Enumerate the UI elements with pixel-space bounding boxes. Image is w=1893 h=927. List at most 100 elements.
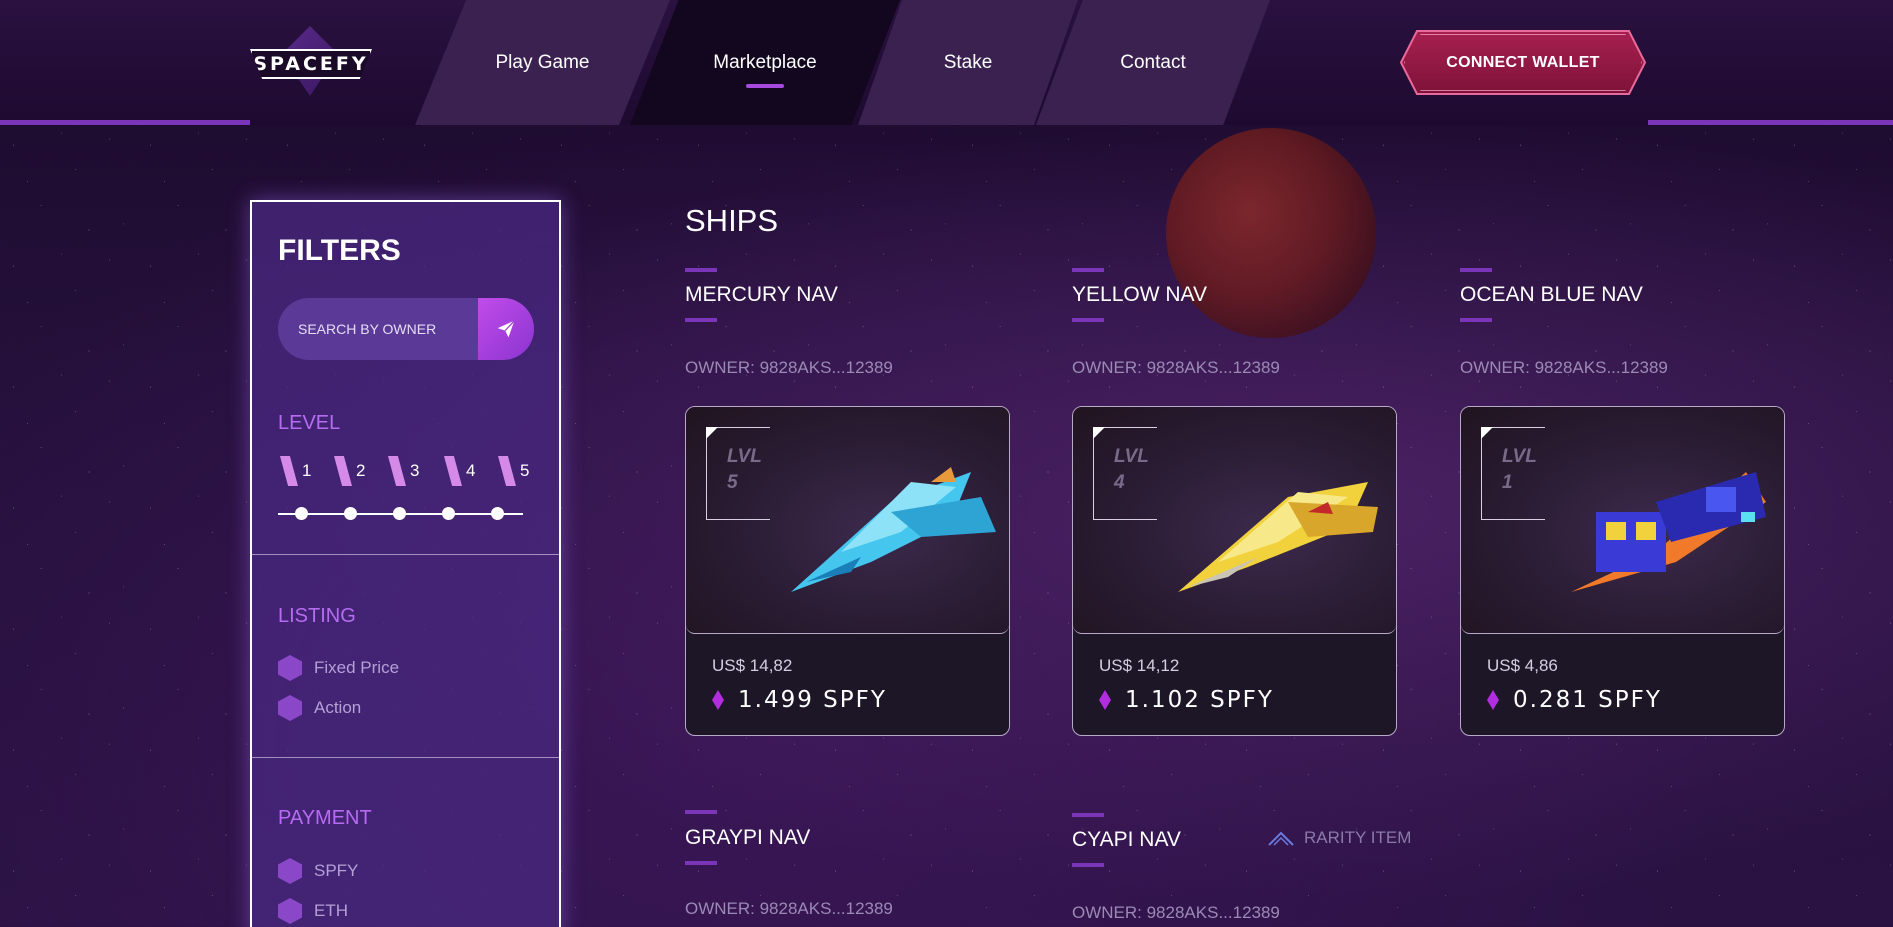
- title-accent: [1460, 318, 1492, 322]
- title-accent: [1072, 863, 1104, 867]
- rarity-item-label: RARITY ITEM: [1304, 828, 1412, 847]
- connect-wallet-label: CONNECT WALLET: [1446, 53, 1600, 71]
- rarity-item-toggle[interactable]: RARITY ITEM: [1268, 828, 1411, 848]
- filters-panel: FILTERS LEVEL 1 2 3 4 5 LISTING Fixed Pr…: [250, 200, 561, 927]
- level-badge-number: 1: [1502, 472, 1513, 493]
- price-spfy: 0.281 SPFY: [1513, 687, 1662, 713]
- page-title: SHIPS: [685, 203, 779, 238]
- ship-owner: OWNER: 9828AKS...12389: [1460, 358, 1668, 377]
- nav-tab-label: Stake: [943, 51, 993, 73]
- active-tab-indicator: [746, 84, 784, 88]
- slider-dot[interactable]: [295, 507, 308, 520]
- level-flag-icon: [334, 456, 352, 486]
- level-option-4[interactable]: 4: [444, 456, 475, 486]
- slider-dot[interactable]: [442, 507, 455, 520]
- listing-filter-label: LISTING: [278, 605, 356, 627]
- spfy-gem-icon: [712, 690, 724, 710]
- ship-owner: OWNER: 9828AKS...12389: [1072, 903, 1280, 922]
- level-value: 3: [410, 461, 420, 480]
- payment-option-eth[interactable]: ETH: [278, 898, 348, 924]
- connect-wallet-button[interactable]: CONNECT WALLET: [1400, 30, 1646, 95]
- level-value: 5: [520, 461, 530, 480]
- ship-name: MERCURY NAV: [685, 283, 838, 306]
- level-value: 2: [356, 461, 366, 480]
- spfy-gem-icon: [1099, 690, 1111, 710]
- filters-title: FILTERS: [278, 234, 401, 267]
- level-option-1[interactable]: 1: [280, 456, 311, 486]
- chevron-up-icon: [1268, 831, 1294, 846]
- hexagon-checkbox-icon: [278, 898, 302, 924]
- slider-dot[interactable]: [491, 507, 504, 520]
- level-slider[interactable]: [278, 507, 523, 520]
- price-usd: US$ 14,12: [1099, 656, 1180, 675]
- listing-option-fixed-price[interactable]: Fixed Price: [278, 655, 399, 681]
- search-owner-input[interactable]: [298, 298, 488, 360]
- ship-owner: OWNER: 9828AKS...12389: [1072, 358, 1280, 377]
- title-accent: [685, 268, 717, 272]
- title-accent: [685, 810, 717, 814]
- ship-name: OCEAN BLUE NAV: [1460, 283, 1643, 306]
- option-label: Fixed Price: [314, 658, 400, 677]
- spfy-gem-icon: [1487, 690, 1499, 710]
- price-spfy: 1.102 SPFY: [1125, 687, 1274, 713]
- price-usd: US$ 14,82: [712, 656, 793, 675]
- level-badge-number: 4: [1114, 472, 1125, 493]
- nav-tab-contact[interactable]: Contact: [1036, 0, 1270, 125]
- ship-name: CYAPI NAV: [1072, 828, 1181, 851]
- level-flag-icon: [444, 456, 462, 486]
- spaceship-image: [1571, 472, 1766, 592]
- ship-owner: OWNER: 9828AKS...12389: [685, 358, 893, 377]
- level-flag-icon: [388, 456, 406, 486]
- ship-name: GRAYPI NAV: [685, 826, 811, 849]
- level-badge: LVL 1: [1481, 427, 1545, 520]
- level-badge-text: LVL: [1502, 446, 1537, 467]
- spacefy-logo[interactable]: SPACEFY: [250, 26, 372, 96]
- divider: [252, 554, 559, 555]
- option-label: Action: [314, 698, 362, 717]
- nav-accent-line: [1648, 120, 1893, 125]
- ship-image-panel: LVL 5: [686, 407, 1009, 634]
- nav-tab-label: Contact: [1120, 51, 1186, 73]
- hexagon-checkbox-icon: [278, 655, 302, 681]
- price-usd: US$ 4,86: [1487, 656, 1558, 675]
- option-label: SPFY: [314, 861, 359, 880]
- top-nav: SPACEFY Play Game Marketplace Stake Cont…: [0, 0, 1893, 125]
- search-submit-button[interactable]: [478, 298, 534, 360]
- level-value: 4: [466, 461, 476, 480]
- nav-tab-label: Play Game: [495, 51, 590, 73]
- title-accent: [1072, 318, 1104, 322]
- level-badge-text: LVL: [727, 446, 762, 467]
- level-badge-number: 5: [727, 472, 738, 493]
- payment-option-spfy[interactable]: SPFY: [278, 858, 358, 884]
- send-icon: [497, 320, 515, 338]
- level-value: 1: [302, 461, 312, 480]
- level-option-5[interactable]: 5: [498, 456, 529, 486]
- search-box: [278, 298, 534, 360]
- slider-dot[interactable]: [393, 507, 406, 520]
- ship-card-ocean-blue-nav[interactable]: LVL 1 US$ 4,86 0.281 SPFY: [1460, 406, 1785, 736]
- level-badge: LVL 4: [1093, 427, 1157, 520]
- ship-card-mercury-nav[interactable]: LVL 5 US$ 14,82 1.499 SPFY: [685, 406, 1010, 736]
- listing-option-action[interactable]: Action: [278, 695, 361, 721]
- hexagon-checkbox-icon: [278, 695, 302, 721]
- title-accent: [1460, 268, 1492, 272]
- price-spfy-row: 0.281 SPFY: [1487, 687, 1662, 713]
- level-badge: LVL 5: [706, 427, 770, 520]
- slider-dot[interactable]: [344, 507, 357, 520]
- ship-owner: OWNER: 9828AKS...12389: [685, 899, 893, 918]
- hexagon-checkbox-icon: [278, 858, 302, 884]
- ship-image-panel: LVL 4: [1073, 407, 1396, 634]
- title-accent: [685, 861, 717, 865]
- level-flag-icon: [280, 456, 298, 486]
- title-accent: [685, 318, 717, 322]
- price-spfy-row: 1.102 SPFY: [1099, 687, 1274, 713]
- title-accent: [1072, 268, 1104, 272]
- ship-card-yellow-nav[interactable]: LVL 4 US$ 14,12 1.102 SPFY: [1072, 406, 1397, 736]
- nav-accent-line: [0, 120, 250, 125]
- price-spfy-row: 1.499 SPFY: [712, 687, 887, 713]
- spaceship-image: [1178, 482, 1378, 592]
- price-spfy: 1.499 SPFY: [738, 687, 887, 713]
- level-option-2[interactable]: 2: [334, 456, 365, 486]
- level-option-3[interactable]: 3: [388, 456, 419, 486]
- nav-tab-label: Marketplace: [713, 51, 817, 73]
